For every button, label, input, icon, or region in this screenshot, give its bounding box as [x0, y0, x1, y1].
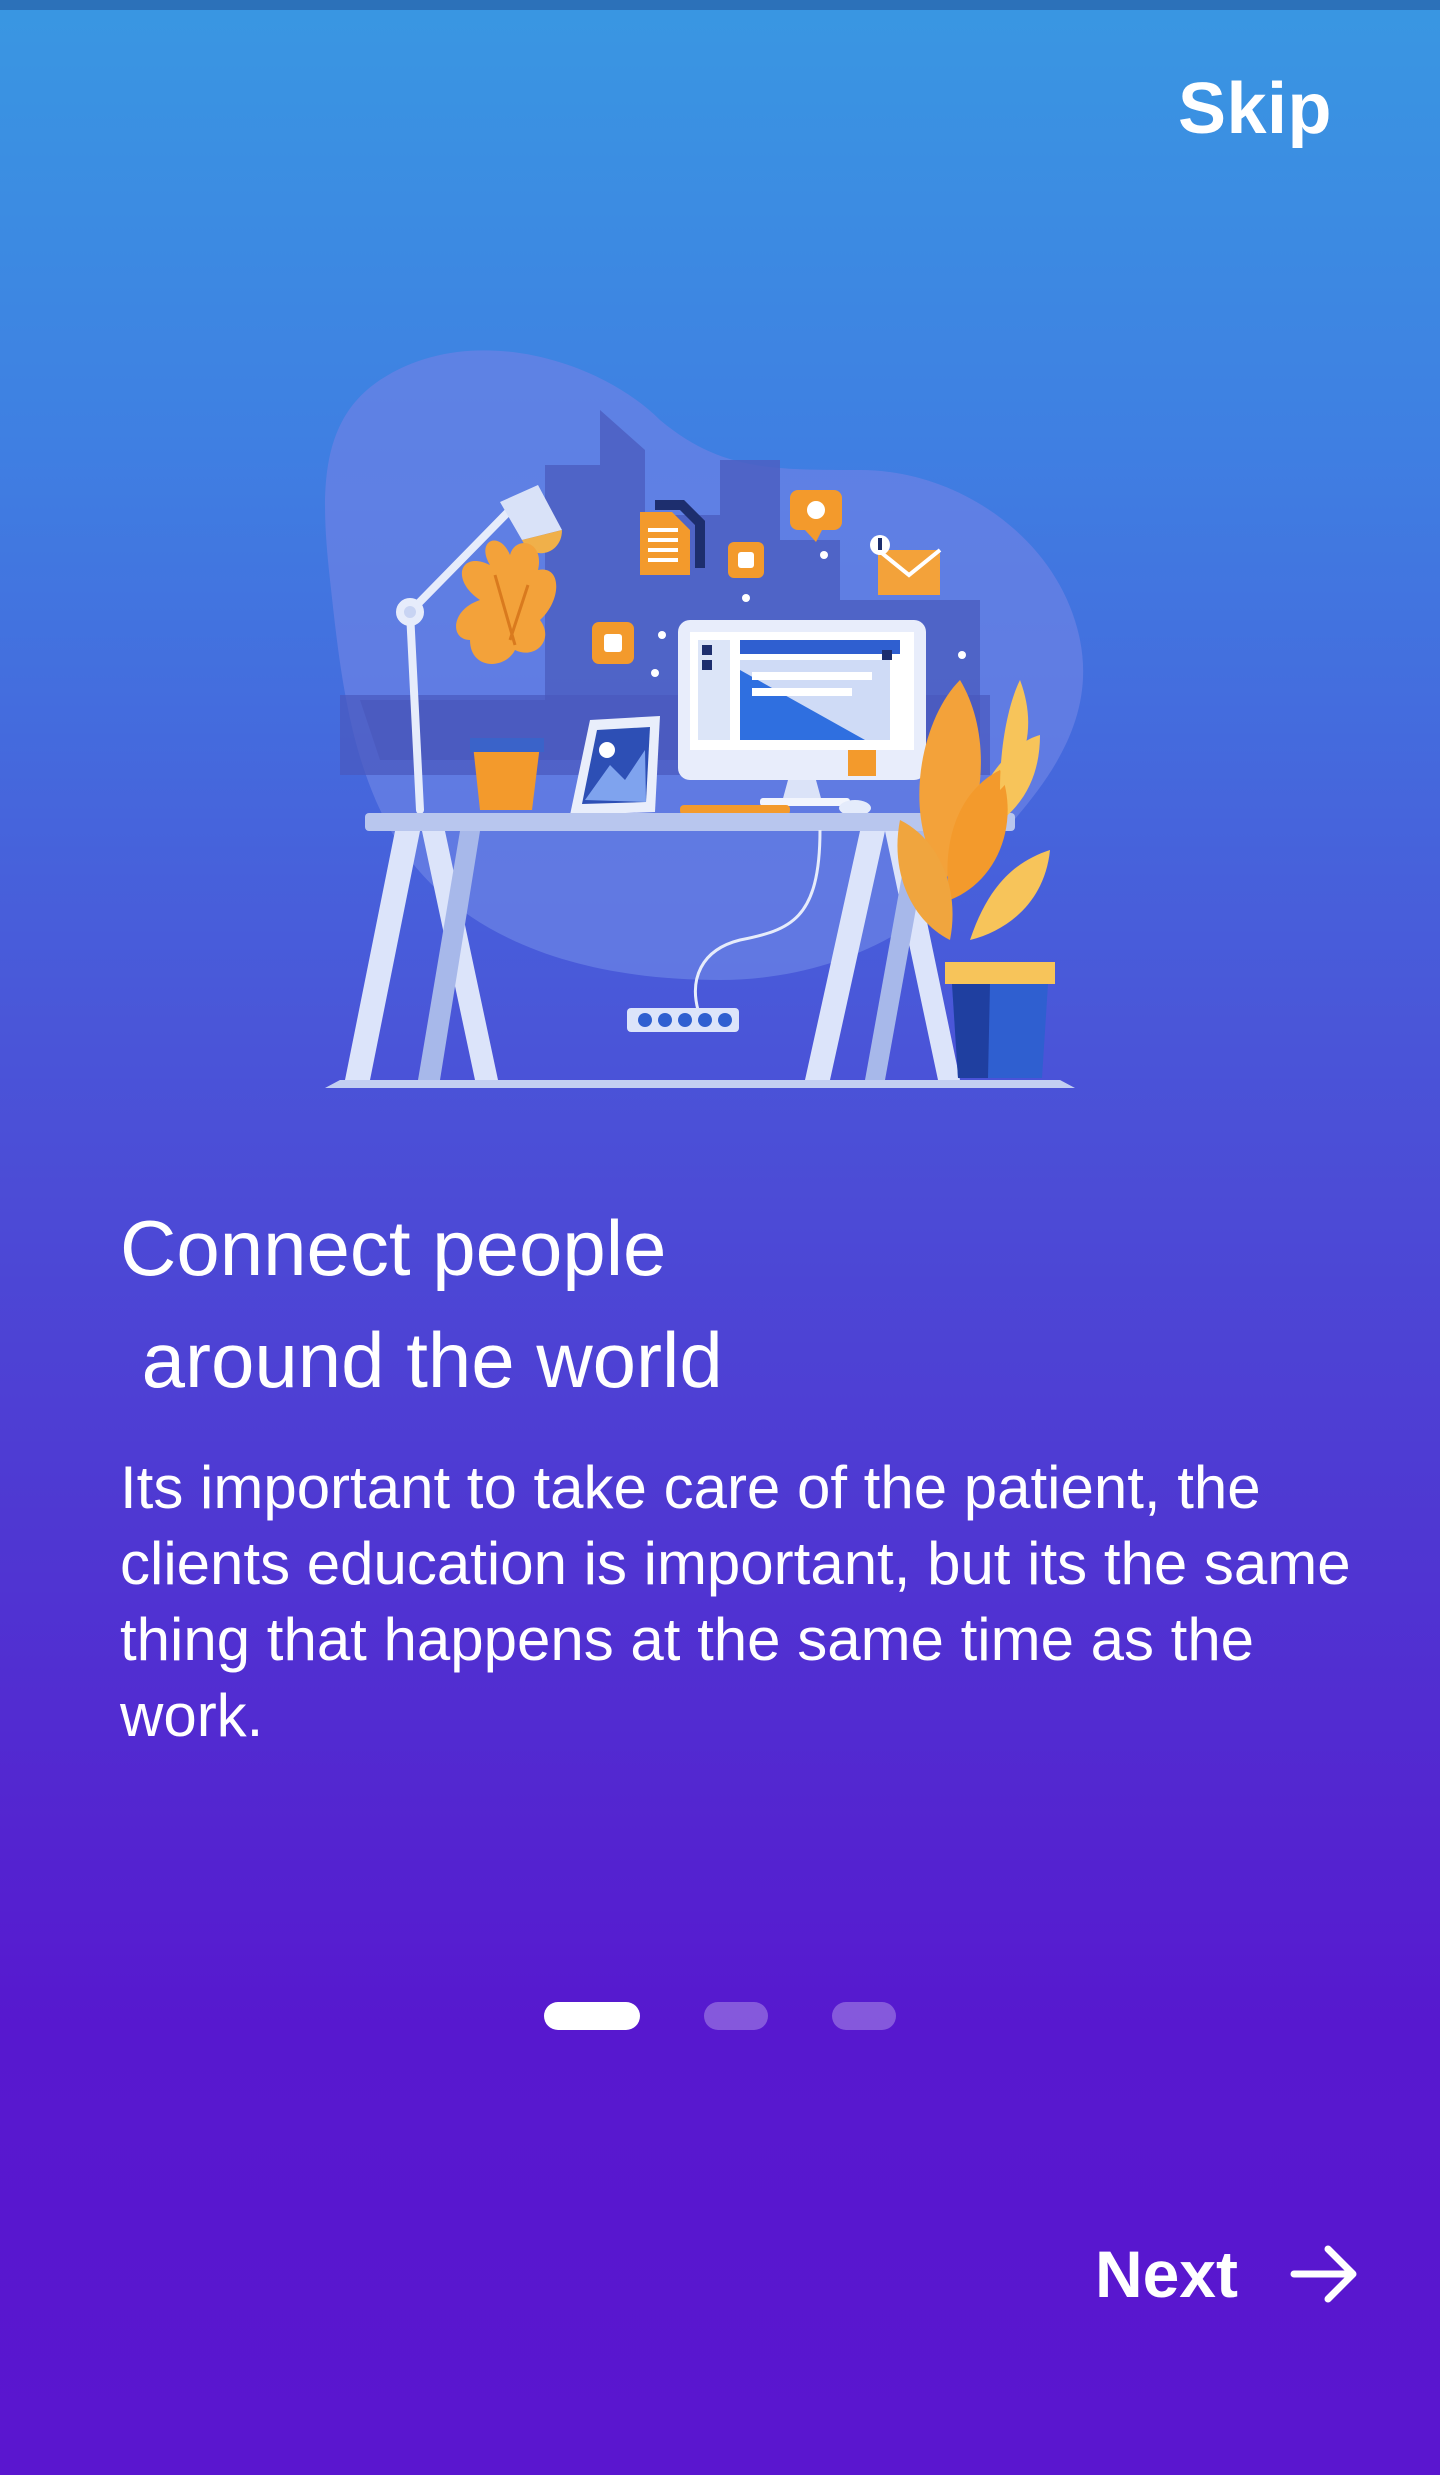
monitor — [678, 620, 926, 806]
skip-button[interactable]: Skip — [1178, 68, 1332, 150]
next-button[interactable]: Next — [1095, 2236, 1360, 2312]
page-dot-1-active[interactable] — [544, 2002, 640, 2030]
page-title: Connect people around the world — [120, 1204, 723, 1404]
page-dot-2[interactable] — [704, 2002, 768, 2030]
status-bar — [0, 0, 1440, 10]
page-description: Its important to take care of the patien… — [120, 1454, 1351, 1749]
power-strip — [627, 1008, 739, 1032]
page-indicator — [0, 2002, 1440, 2032]
arrow-right-icon — [1290, 2245, 1357, 2303]
page-dot-3[interactable] — [832, 2002, 896, 2030]
next-button-label: Next — [1094, 2237, 1238, 2311]
desk-workspace-illustration — [325, 350, 1084, 1088]
